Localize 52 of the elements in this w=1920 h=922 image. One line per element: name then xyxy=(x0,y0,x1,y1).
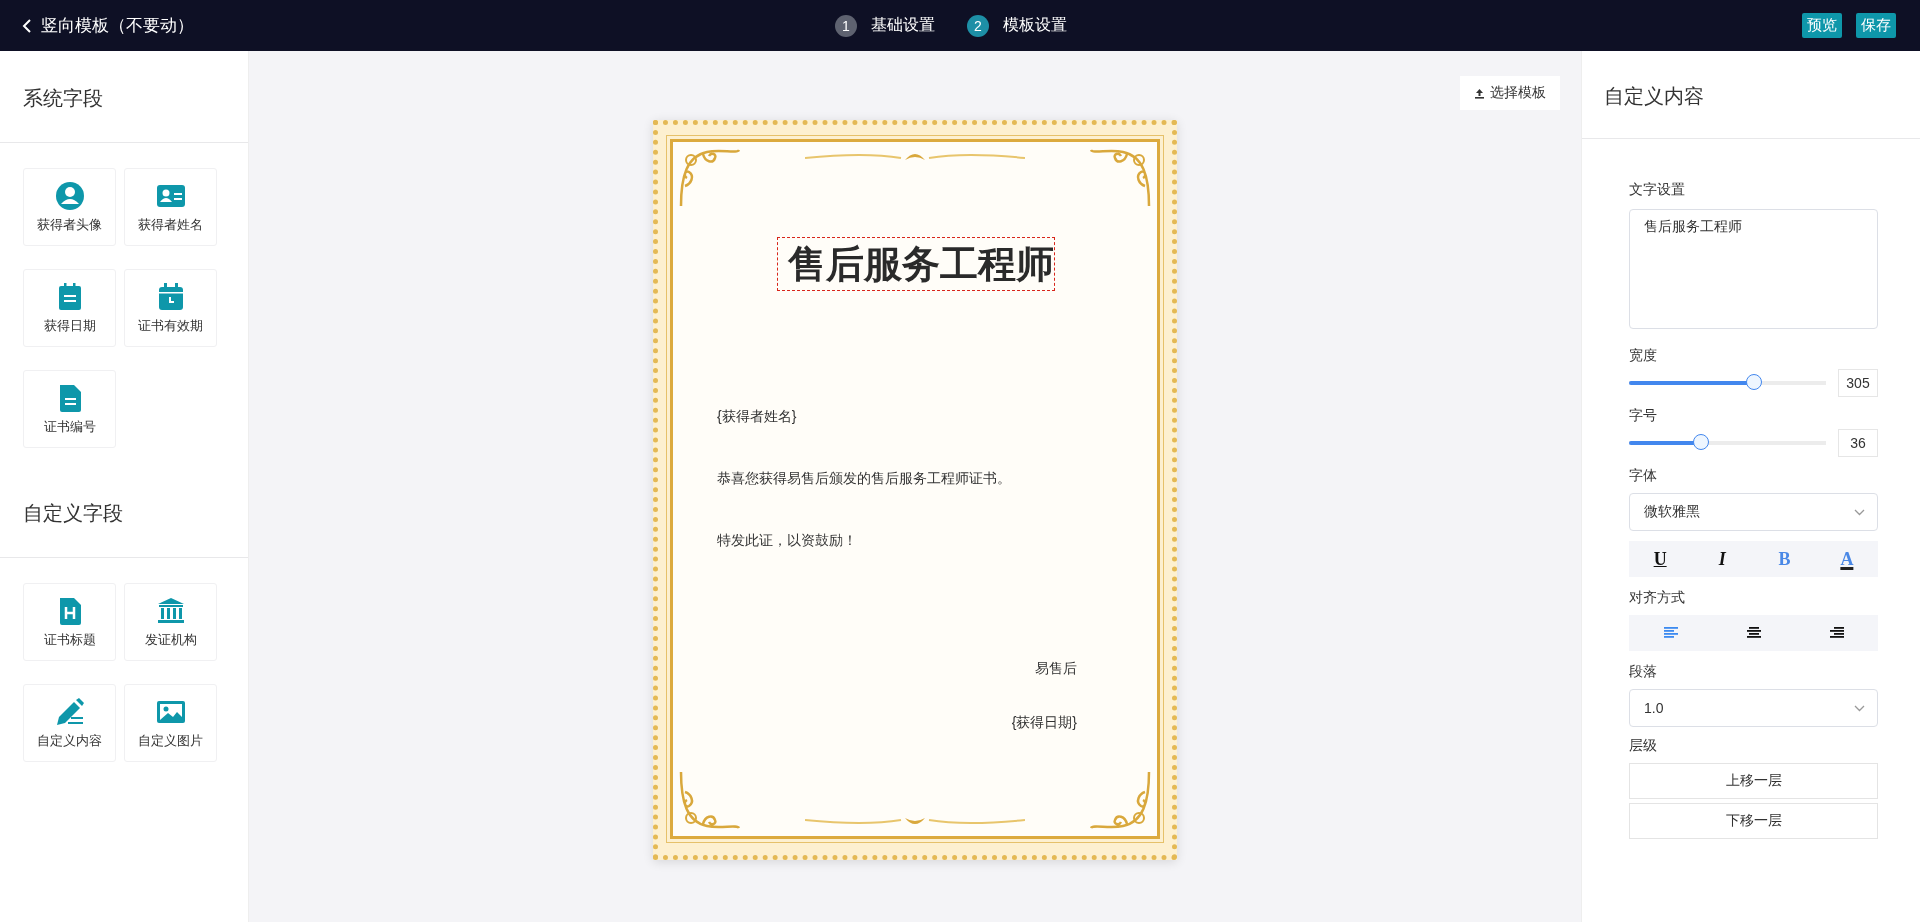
field-label: 层级 xyxy=(1629,737,1658,755)
number-field[interactable]: 305 xyxy=(1838,369,1878,397)
italic-button[interactable]: I xyxy=(1691,541,1754,577)
paragraph-select[interactable]: 1.0 xyxy=(1629,689,1878,727)
step-item[interactable]: 2 模板设置 xyxy=(967,14,1067,37)
pen-icon xyxy=(54,696,85,727)
align-left-icon xyxy=(1662,627,1679,639)
certificate-title[interactable]: 售后服务工程师 xyxy=(777,237,1055,291)
step-number: 1 xyxy=(835,14,857,37)
font-select[interactable]: 微软雅黑 xyxy=(1629,493,1878,531)
section-title: 系统字段 xyxy=(0,51,248,143)
field-card[interactable]: 获得日期 xyxy=(23,269,116,347)
layer-button[interactable]: 上移一层 xyxy=(1629,763,1878,799)
align-right-icon xyxy=(1828,627,1845,639)
certificate-text[interactable]: 特发此证，以资鼓励！ xyxy=(717,532,857,548)
institution-icon xyxy=(155,595,186,626)
dropdown-chevron-icon xyxy=(1854,508,1865,516)
certificate-text[interactable]: 恭喜您获得易售后颁发的售后服务工程师证书。 xyxy=(717,470,1011,486)
back-button[interactable]: 竖向模板（不要动） xyxy=(22,14,194,37)
field-card[interactable]: 自定义图片 xyxy=(124,684,217,762)
text-input-field[interactable]: 售后服务工程师 xyxy=(1629,209,1878,329)
underline-button[interactable]: U xyxy=(1629,541,1692,577)
dropdown-chevron-icon xyxy=(1854,704,1865,712)
panel-title: 自定义内容 xyxy=(1582,51,1920,139)
step-number: 2 xyxy=(967,14,989,37)
upload-icon xyxy=(1474,87,1485,99)
field-label: 对齐方式 xyxy=(1629,589,1686,607)
certificate-text[interactable]: 易售后 xyxy=(1035,660,1077,676)
back-chevron-icon xyxy=(22,18,32,33)
layer-button[interactable]: 下移一层 xyxy=(1629,803,1878,839)
field-card[interactable]: 自定义内容 xyxy=(23,684,116,762)
slider-thumb[interactable] xyxy=(1692,434,1709,450)
field-card[interactable]: 获得者姓名 xyxy=(124,168,217,246)
field-label: 文字设置 xyxy=(1629,181,1686,199)
step-item[interactable]: 1 基础设置 xyxy=(835,14,935,37)
field-label: 段落 xyxy=(1629,663,1658,681)
certificate-text[interactable]: {获得者姓名} xyxy=(717,408,797,424)
field-card[interactable]: 证书编号 xyxy=(23,370,116,448)
choose-template-button[interactable]: 选择模板 xyxy=(1460,76,1560,110)
align-center-icon xyxy=(1745,627,1762,639)
field-card[interactable]: 获得者头像 xyxy=(23,168,116,246)
avatar-icon xyxy=(54,180,85,211)
field-label: 字体 xyxy=(1629,467,1658,485)
field-card[interactable]: 证书有效期 xyxy=(124,269,217,347)
field-label: 字号 xyxy=(1629,407,1658,425)
slider-thumb[interactable] xyxy=(1746,374,1763,390)
field-label: 宽度 xyxy=(1629,347,1658,365)
number-field[interactable]: 36 xyxy=(1838,429,1878,457)
section-title: 自定义字段 xyxy=(0,468,248,558)
field-card[interactable]: 证书标题 xyxy=(23,583,116,661)
field-card[interactable]: 发证机构 xyxy=(124,583,217,661)
certificate-text[interactable]: {获得日期} xyxy=(1011,714,1077,730)
